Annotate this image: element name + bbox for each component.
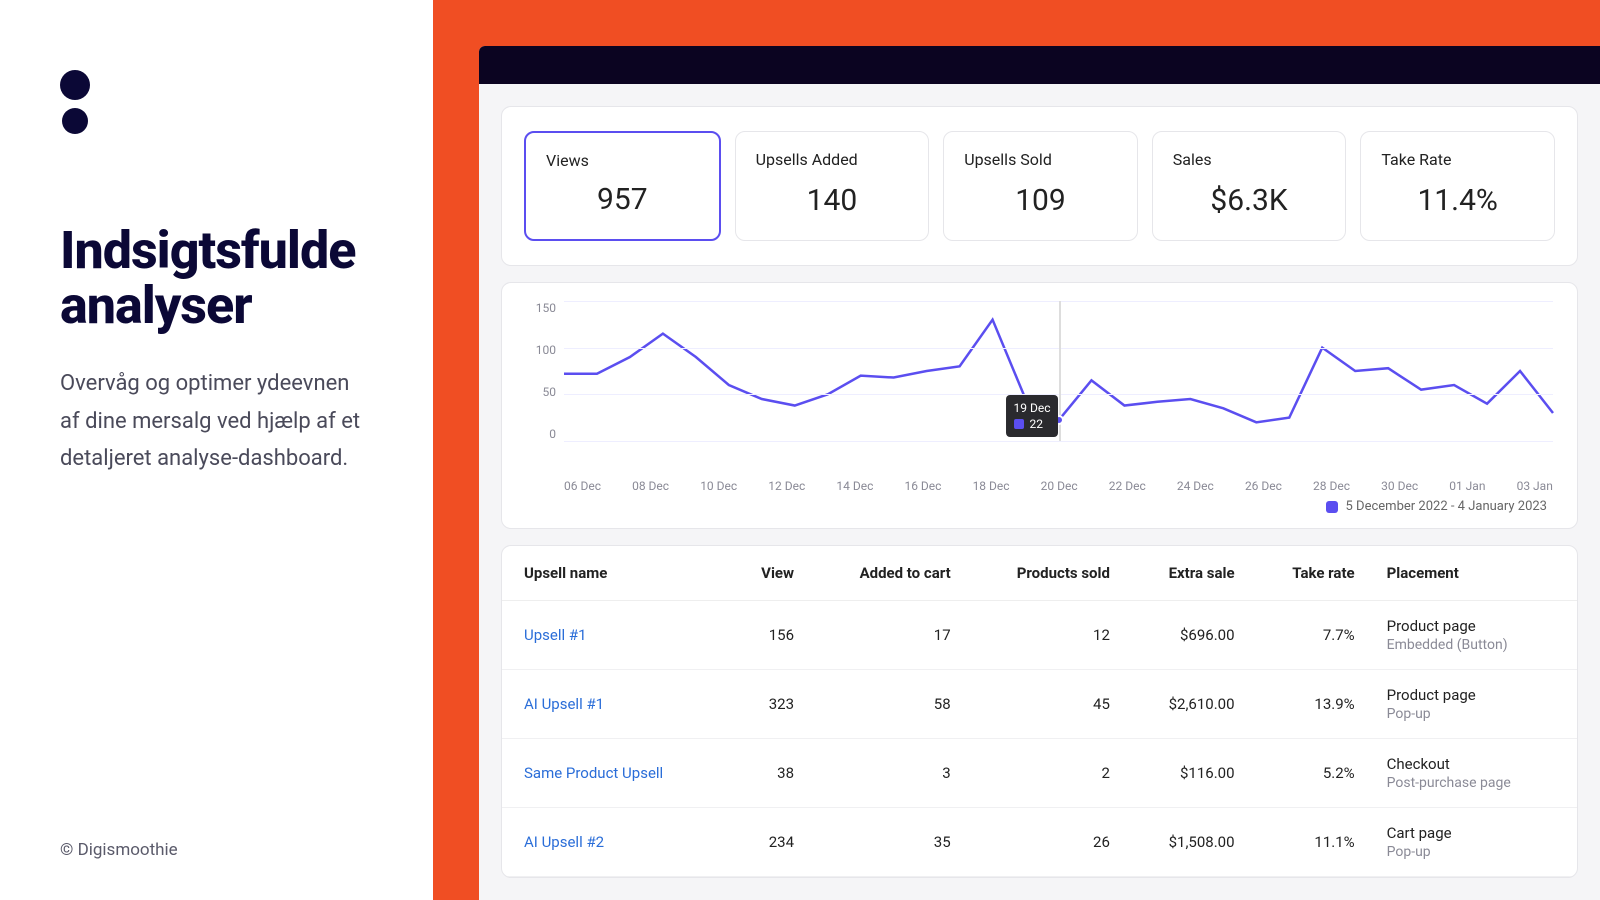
table-header[interactable]: Upsell name xyxy=(502,546,727,601)
cell-sale: $696.00 xyxy=(1126,601,1251,670)
table-header[interactable]: Extra sale xyxy=(1126,546,1251,601)
subheadline: Overvåg og optimer ydeevnen af dine mers… xyxy=(60,365,373,477)
stat-card-value: $6.3K xyxy=(1173,183,1326,218)
stat-card-value: 11.4% xyxy=(1381,183,1534,218)
cell-added: 3 xyxy=(810,739,967,808)
stat-card-views[interactable]: Views 957 xyxy=(524,131,721,241)
chart-card: 150100500 19 Dec22 06 Dec08 Dec10 Dec12 … xyxy=(501,282,1578,529)
stat-card-label: Views xyxy=(546,151,699,170)
stat-card-upsells-added[interactable]: Upsells Added 140 xyxy=(735,131,930,241)
cell-view: 234 xyxy=(727,808,810,877)
upsell-name-link[interactable]: Upsell #1 xyxy=(502,601,727,670)
marketing-panel: Indsigtsfulde analyser Overvåg og optime… xyxy=(0,0,433,900)
cell-placement: Cart pagePop-up xyxy=(1371,808,1577,877)
stat-card-label: Upsells Sold xyxy=(964,150,1117,169)
upsell-name-link[interactable]: AI Upsell #1 xyxy=(502,670,727,739)
app-frame: Views 957 Upsells Added 140 Upsells Sold 109 S… xyxy=(433,0,1600,900)
logo-icon xyxy=(60,70,373,134)
cell-added: 35 xyxy=(810,808,967,877)
chart-y-axis: 150100500 xyxy=(526,301,564,441)
cell-sold: 26 xyxy=(967,808,1126,877)
chart-x-axis: 06 Dec08 Dec10 Dec12 Dec14 Dec16 Dec18 D… xyxy=(526,479,1553,493)
cell-sold: 45 xyxy=(967,670,1126,739)
stat-card-value: 140 xyxy=(756,183,909,218)
table-header[interactable]: Take rate xyxy=(1251,546,1371,601)
stat-card-value: 957 xyxy=(546,182,699,217)
cell-sale: $2,610.00 xyxy=(1126,670,1251,739)
chart-legend: 5 December 2022 - 4 January 2023 xyxy=(526,499,1553,514)
cell-sale: $1,508.00 xyxy=(1126,808,1251,877)
chart-plot[interactable]: 19 Dec22 xyxy=(564,301,1553,441)
headline: Indsigtsfulde analyser xyxy=(60,224,373,333)
cell-rate: 7.7% xyxy=(1251,601,1371,670)
legend-swatch-icon xyxy=(1326,501,1338,513)
stat-card-upsells-sold[interactable]: Upsells Sold 109 xyxy=(943,131,1138,241)
cell-view: 156 xyxy=(727,601,810,670)
cell-added: 58 xyxy=(810,670,967,739)
cell-view: 38 xyxy=(727,739,810,808)
cell-added: 17 xyxy=(810,601,967,670)
stat-card-sales[interactable]: Sales $6.3K xyxy=(1152,131,1347,241)
table-header[interactable]: Placement xyxy=(1371,546,1577,601)
chart-tooltip: 19 Dec22 xyxy=(1006,395,1059,437)
app-topbar xyxy=(479,46,1600,84)
cell-sold: 2 xyxy=(967,739,1126,808)
legend-label: 5 December 2022 - 4 January 2023 xyxy=(1346,499,1547,514)
cell-sale: $116.00 xyxy=(1126,739,1251,808)
table-header[interactable]: Products sold xyxy=(967,546,1126,601)
upsell-name-link[interactable]: Same Product Upsell xyxy=(502,739,727,808)
cell-rate: 5.2% xyxy=(1251,739,1371,808)
table-header[interactable]: Added to cart xyxy=(810,546,967,601)
stat-card-label: Take Rate xyxy=(1381,150,1534,169)
copyright: © Digismoothie xyxy=(60,840,178,860)
stat-card-label: Sales xyxy=(1173,150,1326,169)
cell-rate: 11.1% xyxy=(1251,808,1371,877)
table-row: AI Upsell #22343526$1,508.0011.1%Cart pa… xyxy=(502,808,1577,877)
stat-card-value: 109 xyxy=(964,183,1117,218)
upsell-table: Upsell nameViewAdded to cartProducts sol… xyxy=(501,545,1578,878)
cell-placement: Product pageEmbedded (Button) xyxy=(1371,601,1577,670)
cell-placement: CheckoutPost-purchase page xyxy=(1371,739,1577,808)
stat-card-label: Upsells Added xyxy=(756,150,909,169)
cell-placement: Product pagePop-up xyxy=(1371,670,1577,739)
stat-cards-row: Views 957 Upsells Added 140 Upsells Sold 109 S… xyxy=(501,106,1578,266)
table-row: AI Upsell #13235845$2,610.0013.9%Product… xyxy=(502,670,1577,739)
cell-sold: 12 xyxy=(967,601,1126,670)
cell-rate: 13.9% xyxy=(1251,670,1371,739)
upsell-name-link[interactable]: AI Upsell #2 xyxy=(502,808,727,877)
cell-view: 323 xyxy=(727,670,810,739)
table-header[interactable]: View xyxy=(727,546,810,601)
table-row: Same Product Upsell3832$116.005.2%Checko… xyxy=(502,739,1577,808)
stat-card-take-rate[interactable]: Take Rate 11.4% xyxy=(1360,131,1555,241)
table-row: Upsell #11561712$696.007.7%Product pageE… xyxy=(502,601,1577,670)
